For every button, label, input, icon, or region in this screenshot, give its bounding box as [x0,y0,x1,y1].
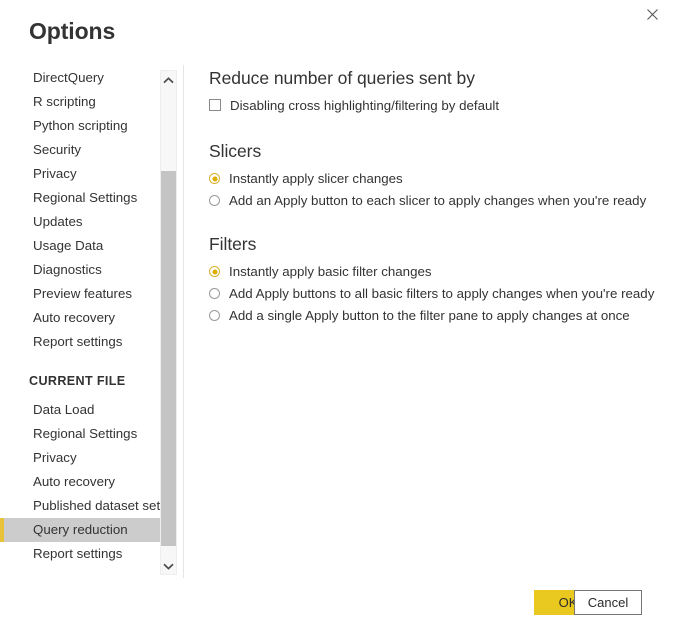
filter-option-label: Instantly apply basic filter changes [229,264,432,279]
filter-option-row[interactable]: Add a single Apply button to the filter … [209,305,649,327]
slicer-option-row[interactable]: Instantly apply slicer changes [209,168,649,190]
scrollbar-thumb[interactable] [161,171,176,546]
sidebar-item[interactable]: Privacy [0,162,166,186]
sidebar-item[interactable]: Report settings [0,542,166,566]
page-title: Options [29,18,116,44]
filter-option-label: Add Apply buttons to all basic filters t… [229,286,655,301]
slicer-option-row[interactable]: Add an Apply button to each slicer to ap… [209,190,649,212]
disable-cross-highlighting-checkbox-row[interactable]: Disabling cross highlighting/filtering b… [209,95,649,117]
sidebar-item[interactable]: R scripting [0,90,166,114]
sidebar-item[interactable]: Diagnostics [0,258,166,282]
disable-cross-highlighting-label: Disabling cross highlighting/filtering b… [230,98,500,113]
settings-nav-list: DirectQuery R scripting Python scripting Se… [0,66,171,566]
sidebar-item[interactable]: Regional Settings [0,186,166,210]
close-icon [646,8,658,20]
sidebar-item[interactable]: Regional Settings [0,422,166,446]
reduce-queries-heading: Reduce number of queries sent by [209,68,475,88]
sidebar-item[interactable]: Data Load [0,398,166,422]
sidebar-group-header-current-file: CURRENT FILE [29,374,126,388]
radio-icon[interactable] [209,310,220,321]
options-dialog: Options DirectQuery R scripting Python scr… [0,0,673,631]
filter-option-row[interactable]: Instantly apply basic filter changes [209,261,649,283]
slicers-heading: Slicers [209,141,262,161]
close-button[interactable] [635,0,669,28]
sidebar-item[interactable]: Preview features [0,282,166,306]
sidebar-item[interactable]: Privacy [0,446,166,470]
sidebar-item[interactable]: Report settings [0,330,166,354]
sidebar-item[interactable]: DirectQuery [0,66,166,90]
scroll-down-button[interactable] [161,557,176,574]
filters-option-group: Instantly apply basic filter changes Add … [209,261,654,327]
sidebar-item[interactable]: Updates [0,210,166,234]
radio-icon[interactable] [209,195,220,206]
settings-content-pane: Reduce number of queries sent by Disabli… [209,66,654,327]
sidebar-item[interactable]: Auto recovery [0,470,166,494]
chevron-down-icon [163,557,174,575]
dialog-footer: OK Cancel [0,576,673,631]
filter-option-label: Add a single Apply button to the filter … [229,308,630,323]
slicers-option-group: Instantly apply slicer changes Add an App… [209,168,649,212]
slicer-option-label: Add an Apply button to each slicer to ap… [229,193,647,208]
slicer-option-label: Instantly apply slicer changes [229,171,403,186]
sidebar-item[interactable]: Usage Data [0,234,166,258]
sidebar-item-selected[interactable]: Query reduction [0,518,166,542]
nav-scrollbar[interactable] [160,70,177,575]
settings-nav-pane: DirectQuery R scripting Python scripting Se… [0,66,183,579]
radio-icon[interactable] [209,288,220,299]
radio-selected-icon[interactable] [209,173,220,184]
checkbox-icon[interactable] [209,99,221,111]
sidebar-item[interactable]: Python scripting [0,114,166,138]
filter-option-row[interactable]: Add Apply buttons to all basic filters t… [209,283,654,305]
radio-selected-icon[interactable] [209,266,220,277]
sidebar-item[interactable]: Security [0,138,166,162]
chevron-up-icon [163,71,174,89]
sidebar-item[interactable]: Auto recovery [0,306,166,330]
cancel-button[interactable]: Cancel [574,590,642,615]
scroll-up-button[interactable] [161,71,176,88]
pane-divider [183,65,184,578]
sidebar-item[interactable]: Published dataset set... [0,494,171,518]
filters-heading: Filters [209,234,257,254]
